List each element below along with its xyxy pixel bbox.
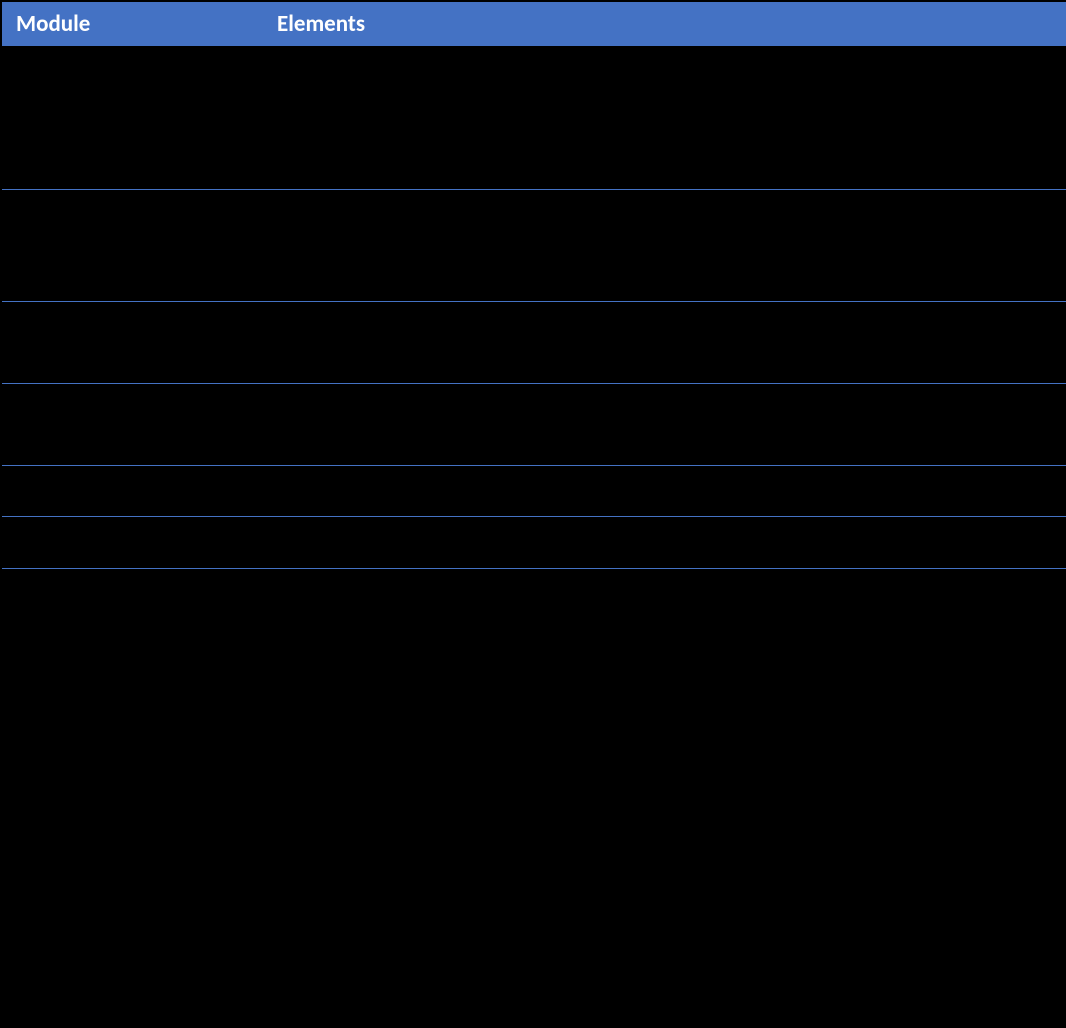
cell-module: 6. Emotions — [1, 517, 263, 568]
table-row: 4. Motivation and sustainabilityMotivati… — [1, 383, 1066, 465]
cell-elements: Motivation and sustainability (ISA/SA) -… — [263, 383, 1066, 465]
cell-module: 4. Motivation and sustainability — [1, 383, 263, 465]
cell-module: 3. Mindsets and sustainability — [1, 302, 263, 384]
cell-elements: Non-cognitive skills (ISA/SA) -- Empathy… — [263, 568, 1066, 650]
cell-elements: Global warming and climate change (ISA/S… — [263, 47, 1066, 190]
cell-module: 1. The self-decision approach for a sust… — [1, 47, 263, 190]
table-row: 7. Non-cognitive skills?Non-cognitive sk… — [1, 568, 1066, 650]
table-header-row: Module Elements — [1, 1, 1066, 47]
table-row: 3. Mindsets and sustainabilityMindsets f… — [1, 302, 1066, 384]
cell-module: 7. Non-cognitive skills? — [1, 568, 263, 650]
table-row: 1. The self-decision approach for a sust… — [1, 47, 1066, 190]
header-elements: Elements — [263, 1, 1066, 47]
cell-elements: Critical and creative thinking (ISA/SA) … — [263, 189, 1066, 301]
cell-elements: Emotions at the core of human beings (IS… — [263, 517, 1066, 568]
header-module: Module — [1, 1, 263, 47]
table-row: 6. EmotionsEmotions at the core of human… — [1, 517, 1066, 568]
cell-module: 2. Critical and creative thinking: Cogni… — [1, 189, 263, 301]
cell-elements: Mindsets for sustainability (ISA/SA) -- … — [263, 302, 1066, 384]
cell-elements: The social self approach (ISA/SA) -- Und… — [263, 465, 1066, 516]
modules-table: Module Elements 1. The self-decision app… — [0, 0, 1066, 652]
table-row: 5. The social selfThe social self approa… — [1, 465, 1066, 516]
cell-module: 5. The social self — [1, 465, 263, 516]
table-row: 2. Critical and creative thinking: Cogni… — [1, 189, 1066, 301]
